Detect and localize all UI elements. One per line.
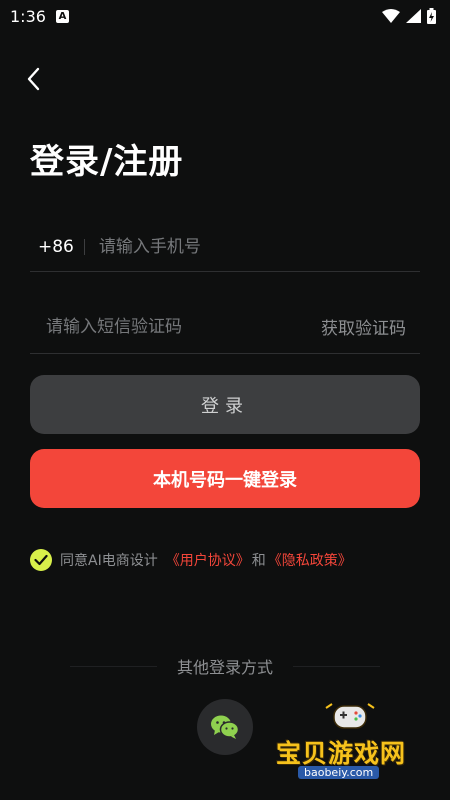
watermark: 宝贝游戏网 baobeiy.com <box>270 700 430 790</box>
divider-line-right <box>293 665 381 667</box>
verification-row: 获取验证码 <box>30 300 420 354</box>
battery-icon <box>427 8 436 24</box>
wechat-login-button[interactable] <box>197 699 253 755</box>
signal-icon <box>406 9 421 23</box>
back-arrow-icon <box>27 67 40 91</box>
get-code-button[interactable]: 获取验证码 <box>321 314 420 339</box>
phone-input[interactable] <box>98 226 420 267</box>
other-login-divider: 其他登录方式 <box>70 654 381 678</box>
agreement-and: 和 <box>251 553 266 569</box>
divider-line-left <box>70 665 157 667</box>
back-button[interactable] <box>20 64 46 94</box>
one-key-login-button[interactable]: 本机号码一键登录 <box>30 449 420 508</box>
gamepad-icon <box>325 703 375 729</box>
agreement-row: 同意AI电商设计 《用户协议》 和 《隐私政策》 <box>30 548 352 572</box>
privacy-policy-link[interactable]: 《隐私政策》 <box>268 550 352 570</box>
status-indicators <box>382 8 436 24</box>
agreement-checkbox[interactable] <box>30 549 52 571</box>
login-button[interactable]: 登录 <box>30 375 420 434</box>
country-code-divider <box>83 238 85 255</box>
other-login-label: 其他登录方式 <box>177 658 274 677</box>
status-time: 1:36 <box>10 6 46 26</box>
wechat-icon <box>211 715 240 739</box>
page-title: 登录/注册 <box>30 142 184 182</box>
agreement-prefix: 同意AI电商设计 <box>60 553 158 569</box>
phone-row: +86 <box>30 222 420 272</box>
verification-code-input[interactable] <box>30 306 321 347</box>
check-icon <box>34 554 48 566</box>
wifi-icon <box>382 9 400 23</box>
user-agreement-link[interactable]: 《用户协议》 <box>166 550 250 570</box>
watermark-url: baobeiy.com <box>298 766 380 779</box>
status-bar: 1:36 A <box>0 0 450 32</box>
watermark-title: 宝贝游戏网 <box>276 739 407 768</box>
country-code-selector[interactable]: +86 <box>30 237 74 257</box>
notification-icon: A <box>55 9 69 23</box>
